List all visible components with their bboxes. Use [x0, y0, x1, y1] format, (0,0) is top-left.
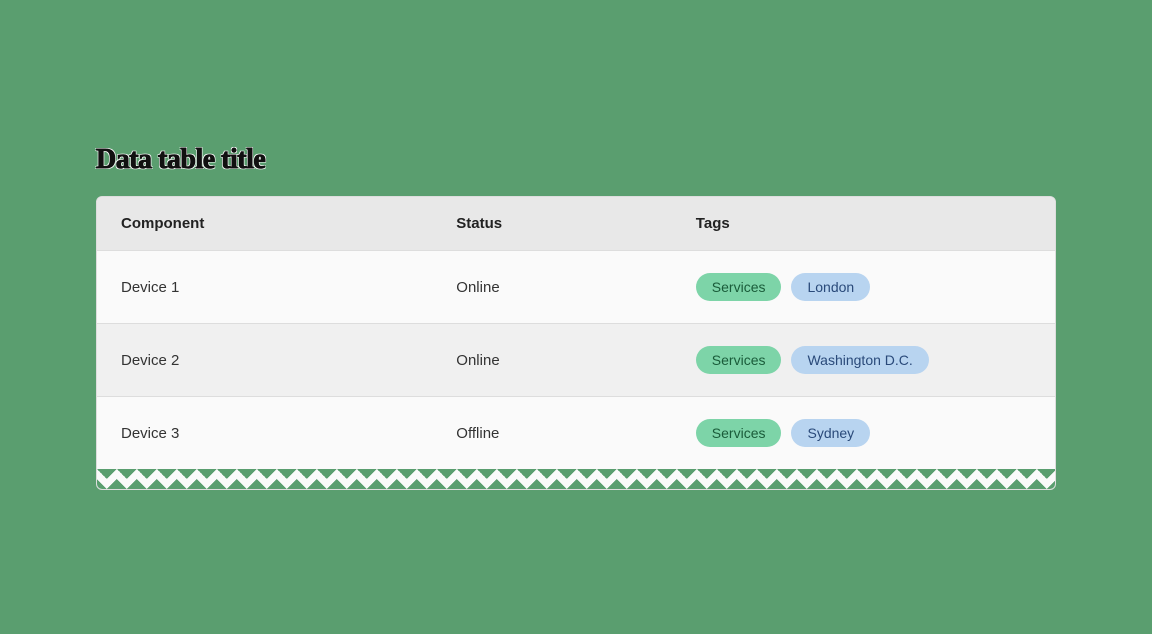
tag-green: Services	[696, 419, 782, 447]
column-header-tags: Tags	[672, 197, 1055, 251]
tag-blue: Washington D.C.	[791, 346, 928, 374]
data-table: Component Status Tags Device 1Online Serv…	[97, 197, 1055, 469]
table-row: Device 3Offline Services Sydney	[97, 397, 1055, 470]
cell-status: Offline	[432, 397, 672, 470]
column-header-status: Status	[432, 197, 672, 251]
table-title: Data table title	[96, 144, 1056, 176]
tags-container: Services Washington D.C.	[696, 346, 1031, 374]
column-header-component: Component	[97, 197, 432, 251]
tag-blue: Sydney	[791, 419, 870, 447]
cell-component: Device 2	[97, 324, 432, 397]
cell-tags: Services London	[672, 251, 1055, 324]
tag-green: Services	[696, 346, 782, 374]
cell-component: Device 3	[97, 397, 432, 470]
cell-status: Online	[432, 251, 672, 324]
table-header-row: Component Status Tags	[97, 197, 1055, 251]
cell-tags: Services Washington D.C.	[672, 324, 1055, 397]
table-row: Device 1Online Services London	[97, 251, 1055, 324]
tag-blue: London	[791, 273, 870, 301]
cell-status: Online	[432, 324, 672, 397]
tag-green: Services	[696, 273, 782, 301]
tags-container: Services London	[696, 273, 1031, 301]
cell-component: Device 1	[97, 251, 432, 324]
tags-container: Services Sydney	[696, 419, 1031, 447]
cell-tags: Services Sydney	[672, 397, 1055, 470]
table-wrapper: Component Status Tags Device 1Online Serv…	[96, 196, 1056, 490]
zigzag-decoration	[97, 469, 1055, 489]
main-container: Data table title Component Status Tags D…	[96, 144, 1056, 490]
table-row: Device 2Online Services Washington D.C.	[97, 324, 1055, 397]
